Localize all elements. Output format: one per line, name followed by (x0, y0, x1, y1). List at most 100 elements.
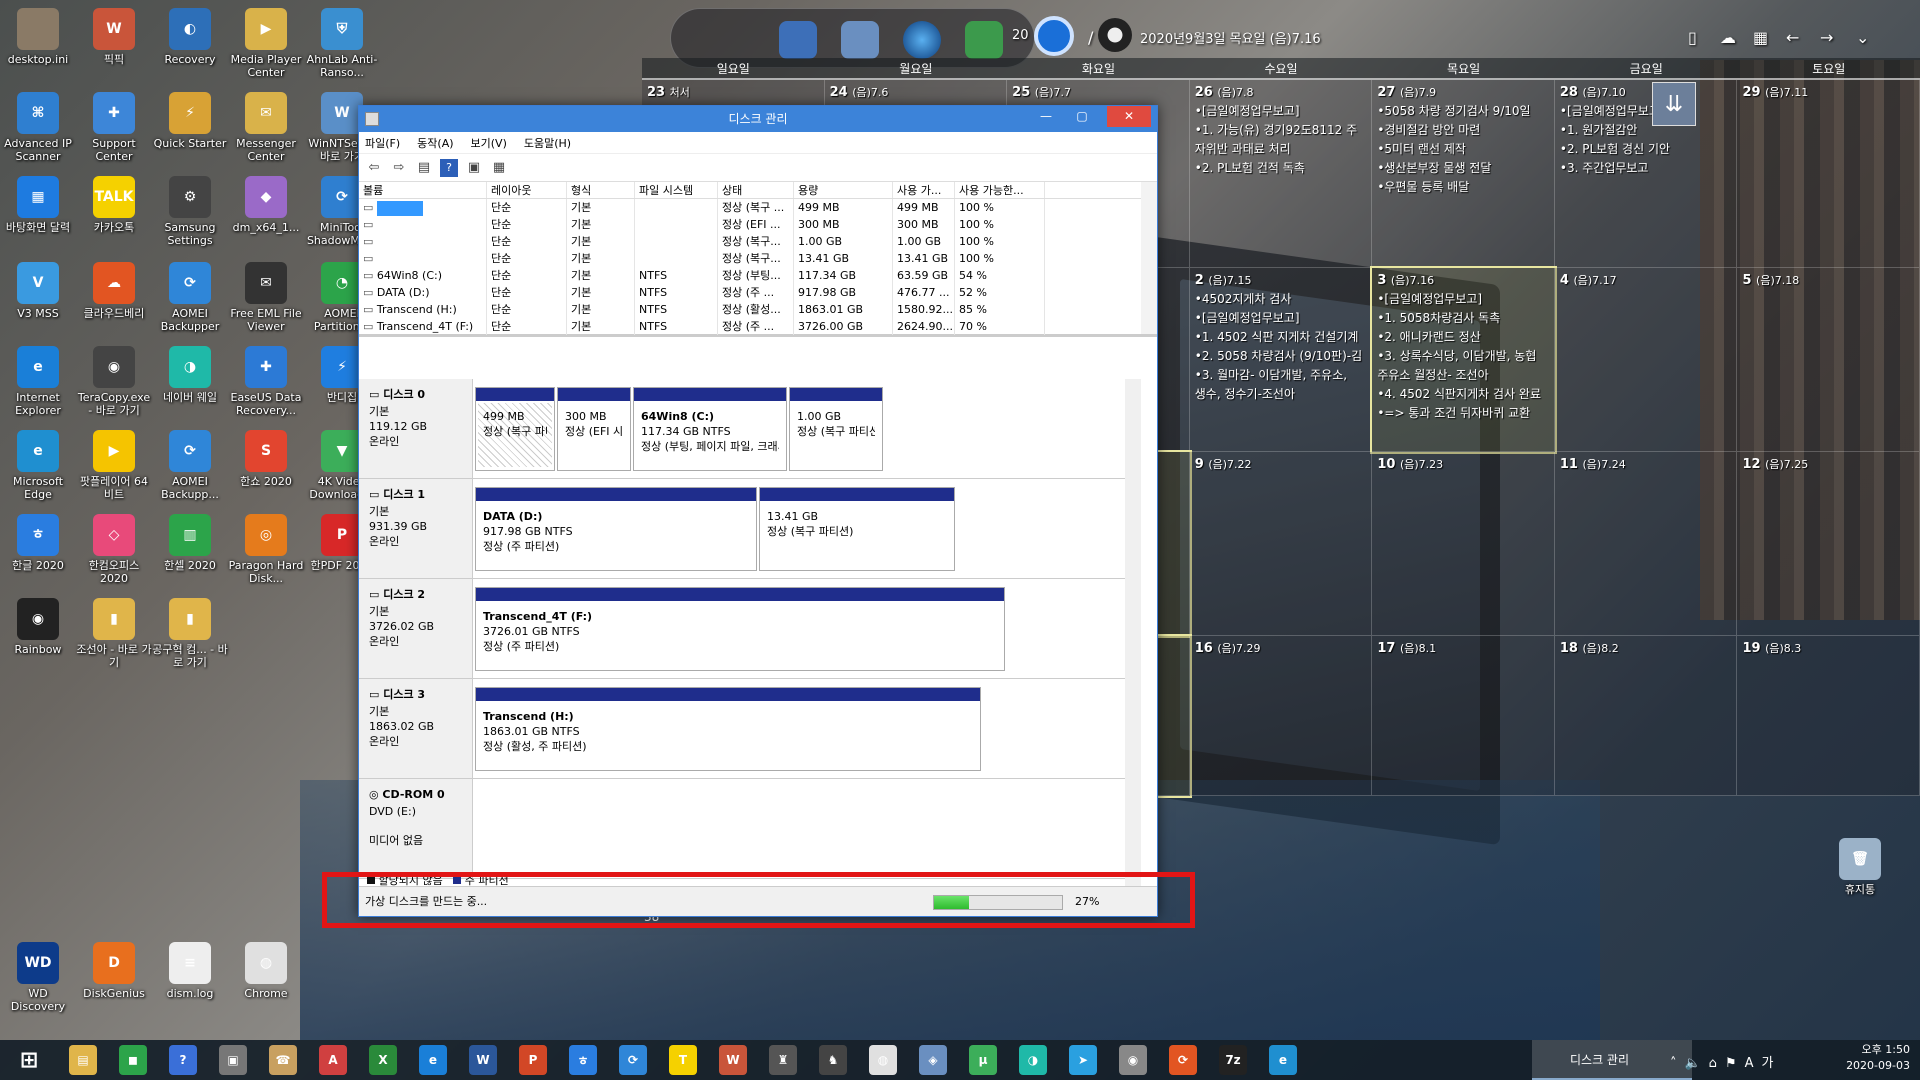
partition-block[interactable]: Transcend (H:) 1863.01 GB NTFS 정상 (활성, 주 파… (475, 687, 981, 771)
menu-item[interactable]: 보기(V) (471, 135, 507, 151)
taskbar-pinned-app[interactable]: 7z (1219, 1045, 1247, 1075)
calendar-day-cell[interactable]: 17 (음)8.1 (1372, 636, 1555, 796)
taskbar-disk-management[interactable]: 디스크 관리 (1532, 1040, 1692, 1080)
desktop-icon[interactable]: ⟳ AOMEI Backupp... (152, 430, 228, 501)
desktop-icon[interactable]: ▦ 바탕화면 달력 (0, 176, 76, 234)
calendar-event[interactable]: •3. 상록수식당, 이담개발, 농협 (1377, 347, 1549, 366)
column-header[interactable]: 사용 가... (893, 182, 955, 198)
desktop-icon[interactable]: ⛨ AhnLab Anti-Ranso... (304, 8, 380, 79)
taskbar-pinned-app[interactable]: W (719, 1045, 747, 1075)
calendar-collapse-icon[interactable]: ⌄ (1856, 28, 1869, 47)
calendar-event[interactable]: •2. PL보험 건적 독촉 (1195, 159, 1367, 178)
taskbar-pinned-app[interactable]: e (1269, 1045, 1297, 1075)
calendar-event[interactable]: •5미터 랜선 제작 (1377, 140, 1549, 159)
desktop-icon[interactable]: ▶ Media Player Center (228, 8, 304, 79)
calendar-event[interactable]: •생산본부장 물생 전달 (1377, 159, 1549, 178)
desktop-icon[interactable]: ✉ Messenger Center (228, 92, 304, 163)
taskbar-pinned-app[interactable]: T (669, 1045, 697, 1075)
calendar-day-cell[interactable]: 5 (음)7.18 (1737, 268, 1920, 452)
disk-info[interactable]: ▭ 디스크 0 기본 119.12 GB 온라인 (359, 379, 473, 478)
maximize-button[interactable]: ▢ (1067, 106, 1097, 127)
desktop-icon[interactable]: ◉ TeraCopy.exe - 바로 가기 (76, 346, 152, 417)
disk-row[interactable]: ◎ CD-ROM 0 DVD (E:) 미디어 없음 (359, 779, 1141, 879)
close-button[interactable]: ✕ (1107, 106, 1151, 127)
desktop-icon[interactable]: e Microsoft Edge (0, 430, 76, 501)
taskbar-pinned-app[interactable]: ◍ (869, 1045, 897, 1075)
calendar-day-cell[interactable]: 10 (음)7.23 (1372, 452, 1555, 636)
desktop-icon[interactable]: ⚙ Samsung Settings (152, 176, 228, 247)
disk-info[interactable]: ▭ 디스크 2 기본 3726.02 GB 온라인 (359, 579, 473, 678)
calendar-event[interactable]: •3. 주간업무보고 (1560, 159, 1732, 178)
taskbar-pinned-app[interactable]: ? (169, 1045, 197, 1075)
disk-row[interactable]: ▭ 디스크 1 기본 931.39 GB 온라인 DATA (D:) 917.98 GB … (359, 479, 1141, 579)
table-row[interactable]: ▭ Transcend (H:) 단순 기본 NTFS 정상 (활성... 1863.01… (359, 301, 1157, 318)
calendar-cloud-icon[interactable]: ☁ (1720, 28, 1736, 47)
forward-arrow-icon[interactable]: ⇨ (390, 159, 408, 177)
calendar-phone-icon[interactable]: ▯ (1688, 28, 1697, 47)
desktop-icon[interactable]: ⟳ AOMEI Backupper (152, 262, 228, 333)
partition-block[interactable]: 499 MB 정상 (복구 파티 (475, 387, 555, 471)
desktop-icon[interactable]: ◉ Rainbow (0, 598, 76, 656)
desktop-icon[interactable]: ✚ EaseUS Data Recovery... (228, 346, 304, 417)
desktop-icon[interactable]: ◆ dm_x64_1... (228, 176, 304, 234)
calendar-event[interactable]: •2. PL보험 경신 기안 (1560, 140, 1732, 159)
calendar-event[interactable]: •1. 가능(유) 경기92도8112 주 (1195, 121, 1367, 140)
window-titlebar[interactable]: 디스크 관리 — ▢ ✕ (359, 106, 1157, 132)
desktop-icon[interactable]: TALK 카카오톡 (76, 176, 152, 234)
partition-block[interactable]: Transcend_4T (F:) 3726.01 GB NTFS 정상 (주 파티… (475, 587, 1005, 671)
column-header[interactable]: 형식 (567, 182, 635, 198)
calendar-event[interactable]: •[금일예정업무보고] (1195, 102, 1367, 121)
calendar-event[interactable]: •[금일예정업무보고] (1195, 309, 1367, 328)
partition-block[interactable]: 64Win8 (C:) 117.34 GB NTFS 정상 (부팅, 페이지 파일,… (633, 387, 787, 471)
desktop-icon[interactable]: ▮ 조선아 - 바로 가기 (76, 598, 152, 669)
taskbar-pinned-app[interactable]: µ (969, 1045, 997, 1075)
menu-item[interactable]: 도움말(H) (524, 135, 571, 151)
disk-row[interactable]: ▭ 디스크 3 기본 1863.02 GB 온라인 Transcend (H:) 1863… (359, 679, 1141, 779)
system-tray-icons[interactable]: ˄🔈⌂⚑A가 (1670, 1052, 1781, 1071)
taskbar-pinned-app[interactable]: ▣ (219, 1045, 247, 1075)
taskbar-pinned-app[interactable]: ☎ (269, 1045, 297, 1075)
column-header[interactable]: 볼륨 (359, 182, 487, 198)
dock-app-icon[interactable] (779, 21, 817, 59)
calendar-day-cell[interactable]: 2 (음)7.15 •4502지게차 검사 •[금일예정업무보고] •1. 4502 … (1189, 268, 1373, 452)
calendar-day-cell[interactable]: 11 (음)7.24 (1554, 452, 1738, 636)
disk-row[interactable]: ▭ 디스크 0 기본 119.12 GB 온라인 499 MB 정상 (복구 파티 300 … (359, 379, 1141, 479)
desktop-icon[interactable]: WD WD Discovery (0, 942, 76, 1013)
taskbar-pinned-app[interactable]: ⟳ (1169, 1045, 1197, 1075)
column-header[interactable]: 파일 시스템 (635, 182, 718, 198)
desktop-icon[interactable]: ◇ 한컴오피스 2020 (76, 514, 152, 585)
desktop-icon[interactable]: ◑ 네이버 웨일 (152, 346, 228, 404)
desktop-icon[interactable]: ◐ Recovery (152, 8, 228, 66)
table-row[interactable]: ▭ 64Win8 (C:) 단순 기본 NTFS 정상 (부팅... 117.34 GB 6… (359, 267, 1157, 284)
desktop-icon[interactable]: V V3 MSS (0, 262, 76, 320)
calendar-event[interactable]: •1. 4502 식판 지게차 건설기계 (1195, 328, 1367, 347)
desktop-icon[interactable]: ◎ Paragon Hard Disk... (228, 514, 304, 585)
table-row[interactable]: ▭ Transcend_4T (F:) 단순 기본 NTFS 정상 (주 ... 3726… (359, 318, 1157, 335)
desktop-icon[interactable]: ✚ Support Center (76, 92, 152, 163)
calendar-day-cell[interactable]: 18 (음)8.2 (1554, 636, 1738, 796)
taskbar-pinned-app[interactable]: W (469, 1045, 497, 1075)
calendar-sync-icon[interactable] (1034, 16, 1074, 56)
partition-block[interactable]: 13.41 GB 정상 (복구 파티션) (759, 487, 955, 571)
show-hide-tree-icon[interactable]: ▤ (415, 159, 433, 177)
calendar-settings-gear-icon[interactable] (1098, 18, 1132, 52)
partition-block[interactable]: 300 MB 정상 (EFI 시스 (557, 387, 631, 471)
taskbar-pinned-app[interactable]: ◼ (119, 1045, 147, 1075)
properties-icon[interactable]: ▣ (465, 159, 483, 177)
calendar-day-cell[interactable]: 27 (음)7.9 •5058 차량 정기검사 9/10일 •경비절감 방안 마련 •… (1372, 80, 1555, 268)
back-arrow-icon[interactable]: ⇦ (365, 159, 383, 177)
calendar-event[interactable]: •[금일예정업무보고] (1560, 102, 1732, 121)
desktop-icon[interactable]: ☁ 클라우드베리 (76, 262, 152, 320)
calendar-event[interactable]: •4502지게차 검사 (1195, 290, 1367, 309)
column-header[interactable]: 사용 가능한... (955, 182, 1045, 198)
desktop-icon[interactable]: ▶ 팟플레이어 64 비트 (76, 430, 152, 501)
disk-row[interactable]: ▭ 디스크 2 기본 3726.02 GB 온라인 Transcend_4T (F:) 3… (359, 579, 1141, 679)
desktop-icon[interactable]: e Internet Explorer (0, 346, 76, 417)
taskbar-pinned-app[interactable]: ㅎ (569, 1045, 597, 1075)
table-row[interactable]: ▭ DATA (D:) 단순 기본 NTFS 정상 (주 ... 917.98 GB 476… (359, 284, 1157, 301)
desktop-icon[interactable]: ⚡ Quick Starter (152, 92, 228, 150)
calendar-day-cell[interactable]: 16 (음)7.29 (1189, 636, 1373, 796)
calendar-grid-icon[interactable]: ▦ (1753, 28, 1768, 47)
dock-globe-icon[interactable] (903, 21, 941, 59)
calendar-event[interactable]: •1. 5058차량검사 독촉 (1377, 309, 1549, 328)
